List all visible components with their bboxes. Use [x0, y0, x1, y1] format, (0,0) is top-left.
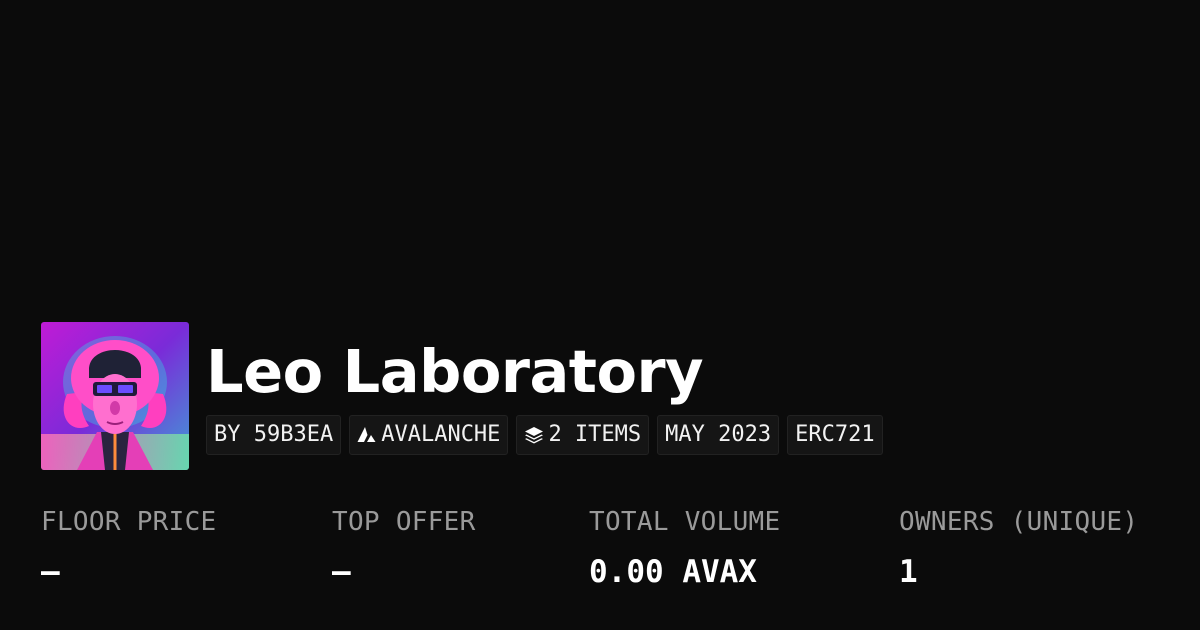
avalanche-icon	[357, 426, 377, 444]
stat-owners-unique: OWNERS (UNIQUE) 1	[899, 505, 1138, 589]
stat-floor-price: FLOOR PRICE –	[41, 505, 217, 589]
collection-share-card: { "collection": { "name": "Leo Laborator…	[0, 0, 1200, 630]
stat-label: TOTAL VOLUME	[589, 507, 781, 537]
items-chip-label: 2 ITEMS	[548, 422, 642, 447]
stat-value: 1	[899, 554, 918, 590]
stat-label: FLOOR PRICE	[41, 507, 217, 537]
stat-value: –	[332, 554, 351, 590]
created-date-chip: MAY 2023	[657, 415, 780, 455]
creator-chip[interactable]: BY 59B3EA	[206, 415, 342, 455]
layers-icon	[524, 426, 544, 444]
collection-avatar	[41, 322, 189, 470]
stat-total-volume: TOTAL VOLUME 0.00 AVAX	[589, 505, 780, 589]
chain-chip[interactable]: AVALANCHE	[349, 415, 509, 455]
items-chip[interactable]: 2 ITEMS	[516, 415, 650, 455]
stat-label: TOP OFFER	[332, 507, 476, 537]
token-standard-chip: ERC721	[787, 415, 883, 455]
stat-value: –	[41, 554, 60, 590]
token-standard-label: ERC721	[795, 422, 875, 447]
stat-top-offer: TOP OFFER –	[332, 505, 476, 589]
collection-meta-chips: BY 59B3EA AVALANCHE 2 ITEMS MAY 2023 ERC…	[206, 415, 883, 455]
stat-value: 0.00 AVAX	[589, 554, 757, 590]
stat-label: OWNERS (UNIQUE)	[899, 507, 1139, 537]
created-date-label: MAY 2023	[665, 422, 772, 447]
collection-title: Leo Laboratory	[206, 337, 704, 406]
creator-chip-label: BY 59B3EA	[214, 422, 334, 447]
chain-chip-label: AVALANCHE	[381, 422, 501, 447]
